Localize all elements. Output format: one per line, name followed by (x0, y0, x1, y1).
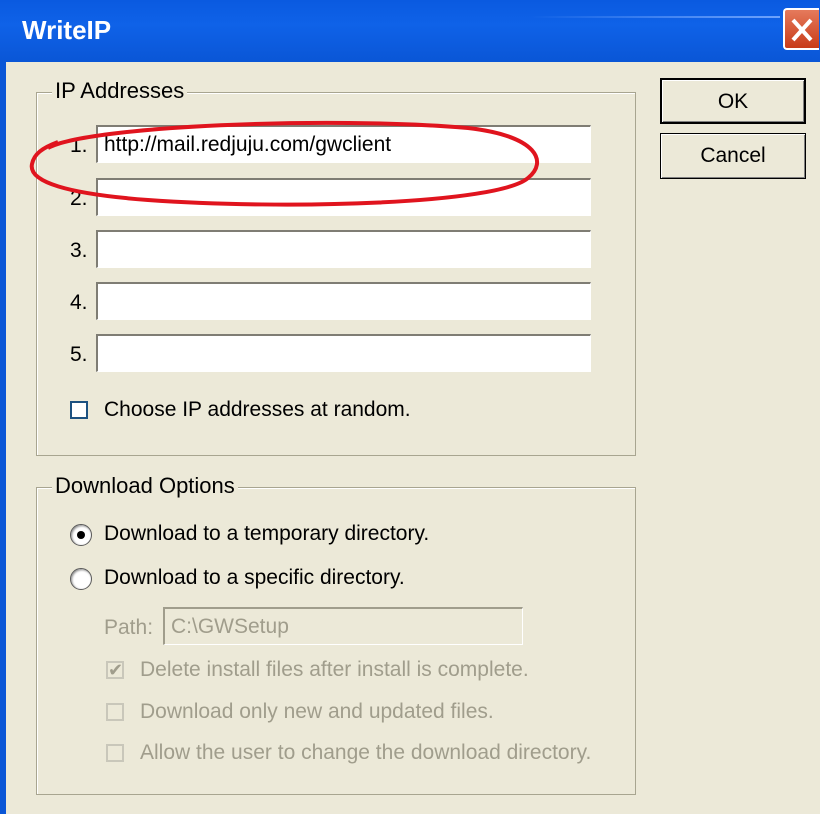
allow-change-dir-checkbox[interactable] (106, 744, 124, 762)
dialog-body: IP Addresses 1. http://mail.redjuju.com/… (6, 62, 820, 814)
title-bar: WriteIP (0, 0, 820, 62)
random-ip-label: Choose IP addresses at random. (104, 398, 411, 421)
cancel-button[interactable]: Cancel (660, 133, 806, 179)
close-button[interactable] (783, 8, 819, 50)
download-new-only-label: Download only new and updated files. (140, 700, 494, 723)
allow-change-dir-label: Allow the user to change the download di… (140, 741, 592, 764)
ip-row-number: 5. (70, 343, 88, 366)
delete-files-label: Delete install files after install is co… (140, 658, 529, 681)
window-title: WriteIP (22, 15, 112, 45)
radio-selected-dot (77, 531, 85, 539)
radio-temporary-label: Download to a temporary directory. (104, 522, 430, 545)
download-new-only-checkbox[interactable] (106, 703, 124, 721)
radio-specific-label: Download to a specific directory. (104, 566, 405, 589)
checkmark-icon: ✔ (108, 660, 124, 680)
title-bar-glow (530, 16, 780, 18)
delete-files-checkbox[interactable]: ✔ (106, 660, 124, 680)
radio-temporary-directory[interactable] (70, 524, 92, 546)
radio-specific-directory[interactable] (70, 568, 92, 590)
ip-address-field-3[interactable] (96, 230, 591, 268)
ok-button[interactable]: OK (660, 78, 806, 124)
ip-addresses-legend: IP Addresses (52, 78, 188, 104)
ip-row-number: 3. (70, 239, 88, 262)
path-field[interactable]: C:\GWSetup (163, 607, 523, 645)
ip-address-field-4[interactable] (96, 282, 591, 320)
random-ip-checkbox[interactable] (70, 401, 88, 419)
ip-row-number: 4. (70, 291, 88, 314)
close-icon (791, 18, 813, 42)
ip-address-field-5[interactable] (96, 334, 591, 372)
highlight-ellipse (29, 120, 539, 207)
download-options-legend: Download Options (52, 473, 238, 499)
path-label: Path: (104, 616, 154, 639)
